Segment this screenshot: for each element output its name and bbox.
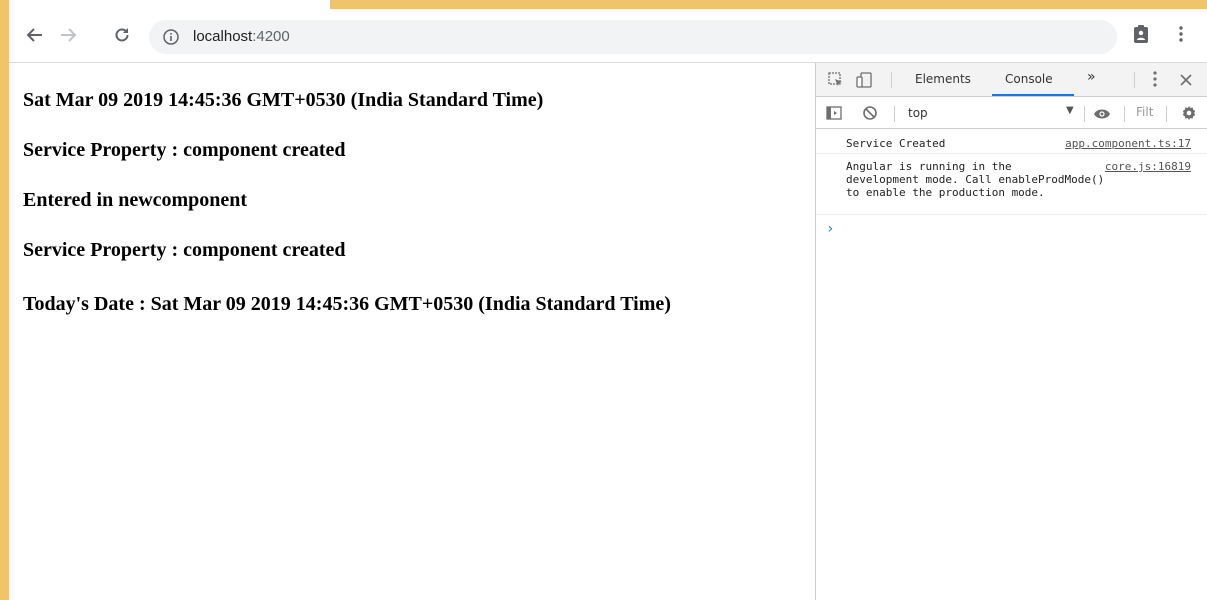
service-property-heading-2: Service Property : component created xyxy=(23,239,346,261)
devtools-panel: Elements Console » top ▼ Filt Service Cr… xyxy=(815,63,1207,600)
console-toolbar: top ▼ Filt xyxy=(816,97,1207,129)
console-message-text: Service Created xyxy=(846,137,946,150)
context-selector[interactable]: top xyxy=(908,106,928,120)
tab-elements[interactable]: Elements xyxy=(915,72,971,86)
info-icon[interactable] xyxy=(163,29,179,50)
toolbar-divider xyxy=(891,72,892,88)
url-text[interactable]: localhost:4200 xyxy=(193,28,290,45)
tab-console[interactable]: Console xyxy=(1005,72,1053,86)
console-output: Service Created app.component.ts:17 Angu… xyxy=(816,129,1207,239)
reload-button[interactable] xyxy=(108,21,136,49)
clear-console-icon[interactable] xyxy=(862,105,878,125)
toolbar-divider xyxy=(894,106,895,122)
todays-date-heading: Today's Date : Sat Mar 09 2019 14:45:36 … xyxy=(23,293,671,315)
kebab-menu-icon[interactable] xyxy=(1179,26,1183,47)
page-content: Sat Mar 09 2019 14:45:36 GMT+0530 (India… xyxy=(9,63,814,600)
console-message: Service Created app.component.ts:17 xyxy=(816,129,1207,154)
url-host: localhost xyxy=(193,28,253,45)
console-message: Angular is running in the development mo… xyxy=(816,154,1207,215)
address-bar[interactable]: localhost:4200 xyxy=(149,20,1117,54)
device-toolbar-icon[interactable] xyxy=(856,72,874,92)
gear-icon[interactable] xyxy=(1181,105,1197,125)
console-message-text: Angular is running in the development mo… xyxy=(846,160,1105,199)
newcomponent-heading: Entered in newcomponent xyxy=(23,189,248,211)
arrow-right-icon xyxy=(61,28,77,42)
toolbar-divider xyxy=(1134,72,1135,88)
toolbar-divider xyxy=(1166,106,1167,122)
window-frame-left xyxy=(0,0,9,600)
chevron-down-icon[interactable]: ▼ xyxy=(1066,105,1074,116)
date-heading: Sat Mar 09 2019 14:45:36 GMT+0530 (India… xyxy=(23,89,544,111)
inspect-element-icon[interactable] xyxy=(828,72,844,92)
window-frame-top xyxy=(330,0,1207,9)
reload-icon xyxy=(115,28,129,42)
browser-toolbar: localhost:4200 xyxy=(9,9,1207,63)
back-button[interactable] xyxy=(21,21,49,49)
close-devtools-icon[interactable] xyxy=(1180,71,1192,90)
toolbar-divider xyxy=(1084,106,1085,122)
console-prompt-row[interactable]: › xyxy=(816,215,1207,239)
console-prompt-icon: › xyxy=(826,221,835,237)
more-tabs-button[interactable]: » xyxy=(1087,69,1096,85)
toolbar-divider xyxy=(1124,106,1125,122)
eye-icon[interactable] xyxy=(1093,106,1111,125)
clipboard-icon[interactable] xyxy=(1133,24,1149,49)
show-sidebar-icon[interactable] xyxy=(826,105,842,125)
forward-button[interactable] xyxy=(54,21,82,49)
devtools-menu-icon[interactable] xyxy=(1153,71,1157,91)
active-tab-indicator xyxy=(992,94,1074,96)
filter-input[interactable]: Filt xyxy=(1136,105,1153,119)
url-port: :4200 xyxy=(252,28,290,45)
browser-tab[interactable] xyxy=(9,0,330,9)
service-property-heading: Service Property : component created xyxy=(23,139,346,161)
arrow-left-icon xyxy=(26,28,42,42)
console-message-source-link[interactable]: core.js:16819 xyxy=(1105,160,1191,173)
console-message-source-link[interactable]: app.component.ts:17 xyxy=(1065,137,1191,150)
devtools-tabbar: Elements Console » xyxy=(816,63,1207,97)
